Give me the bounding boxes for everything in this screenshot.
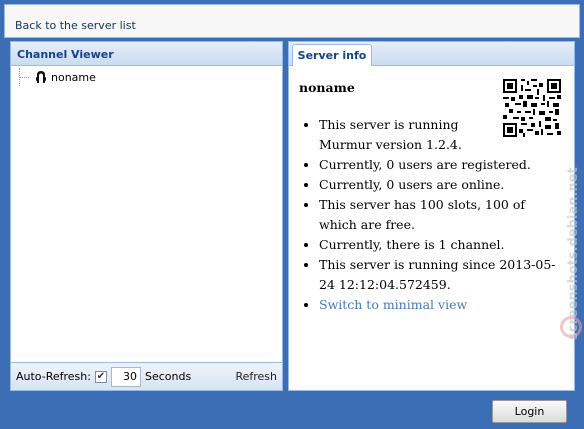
top-toolbar: Back to the server list	[4, 4, 580, 38]
seconds-input[interactable]	[110, 366, 141, 387]
auto-refresh-checkbox[interactable]: ✔	[94, 370, 107, 383]
tree-item-noname[interactable]: noname	[19, 68, 96, 86]
tab-strip: Server info	[289, 42, 574, 66]
list-item: This server is running since 2013-05-24 …	[319, 255, 564, 295]
channel-viewer-panel: Channel Viewer noname Auto-Refresh: ✔ Se…	[10, 41, 283, 391]
list-item: Switch to minimal view	[319, 295, 564, 315]
refresh-footer: Auto-Refresh: ✔ Seconds Refresh	[11, 362, 282, 390]
list-item: Currently, 0 users are registered.	[319, 155, 564, 175]
back-to-server-list-link[interactable]: Back to the server list	[15, 19, 136, 32]
refresh-button[interactable]: Refresh	[235, 370, 277, 383]
tree-connector	[19, 68, 31, 86]
tree-item-label: noname	[51, 70, 96, 84]
channel-viewer-title: Channel Viewer	[11, 42, 282, 66]
login-button[interactable]: Login	[492, 400, 567, 423]
seconds-label: Seconds	[144, 370, 192, 383]
watermark-text: screenshots.debian.net	[566, 167, 581, 340]
list-item: Currently, there is 1 channel.	[319, 235, 564, 255]
mumble-icon	[36, 71, 46, 83]
switch-to-minimal-view-link[interactable]: Switch to minimal view	[319, 297, 467, 312]
tab-server-info[interactable]: Server info	[292, 44, 372, 66]
list-item: This server has 100 slots, 100 of which …	[319, 195, 564, 235]
server-info-content: noname • This server is running Murmur v…	[289, 66, 574, 315]
server-info-list: This server is running Murmur version 1.…	[299, 115, 564, 315]
list-item: Currently, 0 users are online.	[319, 175, 564, 195]
qr-code-icon	[503, 79, 561, 137]
server-info-panel: Server info noname • This server is runn…	[288, 41, 575, 391]
auto-refresh-label: Auto-Refresh:	[16, 370, 91, 383]
